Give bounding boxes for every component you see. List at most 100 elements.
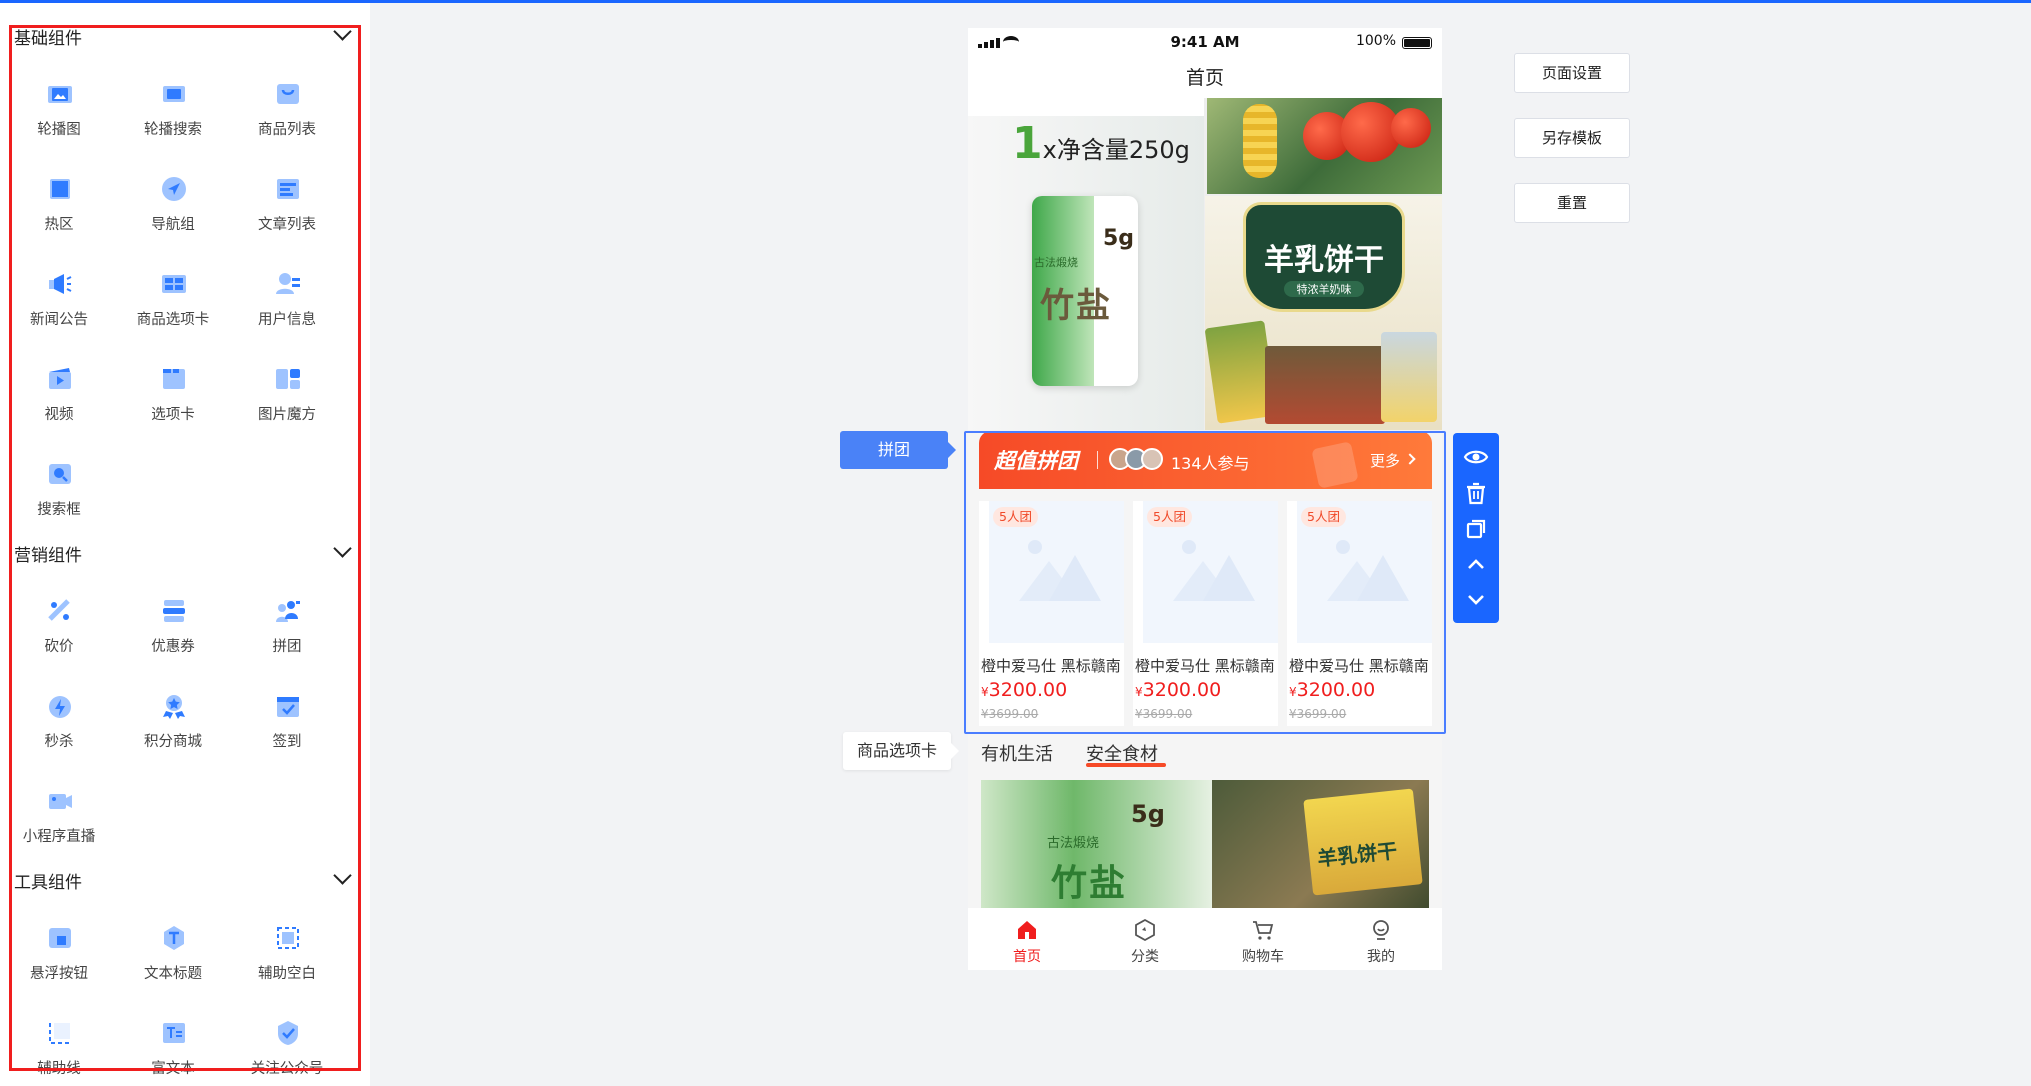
component-user-info[interactable]: 用户信息: [230, 270, 344, 340]
more-link[interactable]: 更多: [1370, 450, 1400, 471]
original-price: ¥3699.00: [981, 707, 1039, 721]
section-header-basic[interactable]: 基础组件: [14, 20, 354, 50]
net-content: 1x净含量250g: [1012, 118, 1190, 169]
component-product-list[interactable]: 商品列表: [230, 80, 344, 150]
component-article-list[interactable]: 文章列表: [230, 175, 344, 245]
product-name: 橙中爱马仕 黑标赣南脐橙: [1135, 657, 1275, 675]
product-list-icon: [277, 84, 299, 104]
battery-icon: [1402, 37, 1432, 49]
banner-vegetable-image[interactable]: [1207, 98, 1442, 194]
product-name: 橙中爱马仕 黑标赣南脐橙: [981, 657, 1121, 675]
product-price: ¥3200.00: [1289, 679, 1376, 701]
chevron-down-icon[interactable]: [332, 25, 352, 45]
product-card-salt[interactable]: 古法煅烧 竹盐 5g: [981, 780, 1213, 910]
banner-biscuit-image[interactable]: 羊乳饼干 特浓羊奶味: [1204, 196, 1442, 430]
group-buy-header: 超值拼团 134人参与 更多: [979, 431, 1432, 489]
tabbar-home[interactable]: 首页: [968, 908, 1086, 970]
component-rich-text[interactable]: 富文本: [116, 1019, 230, 1086]
navigation-icon: [162, 177, 186, 201]
tabs-icon: [163, 369, 185, 389]
section-header-tools[interactable]: 工具组件: [14, 864, 354, 894]
flash-sale-icon: [49, 696, 71, 718]
group-size-tag: 5人团: [993, 507, 1038, 527]
product-tabs-icon: [162, 275, 186, 293]
follow-official-icon: [278, 1021, 298, 1045]
hotspot-icon: [50, 179, 70, 199]
component-carousel-search[interactable]: 轮播搜索: [116, 80, 230, 150]
product-name: 橙中爱马仕 黑标赣南脐橙: [1289, 657, 1429, 675]
product-card-biscuit[interactable]: 羊乳饼干: [1212, 780, 1429, 910]
component-follow-official[interactable]: 关注公众号: [230, 1019, 344, 1086]
component-points-mall[interactable]: 积分商城: [116, 692, 230, 762]
reset-button[interactable]: 重置: [1514, 183, 1630, 223]
banner-salt-image[interactable]: 1x净含量250g 古法煅烧 竹盐 5g: [968, 98, 1204, 430]
group-size-tag: 5人团: [1301, 507, 1346, 527]
component-tabs[interactable]: 选项卡: [116, 365, 230, 435]
chevron-right-icon[interactable]: [1404, 453, 1416, 465]
announcement-icon: [49, 274, 72, 294]
coupon-icon: [163, 600, 185, 622]
avatar: [1141, 448, 1163, 470]
group-product-card[interactable]: 5人团 橙中爱马仕 黑标赣南脐橙 ¥3200.00 ¥3699.00: [979, 501, 1124, 726]
section-title: 基础组件: [14, 29, 82, 49]
product-tabs-block[interactable]: 有机生活 安全食材: [968, 730, 1442, 772]
component-search-box[interactable]: 搜索框: [2, 460, 116, 530]
page-title: 首页: [968, 56, 1442, 100]
divider-line-icon: [49, 1023, 70, 1044]
component-blank-space[interactable]: 辅助空白: [230, 924, 344, 994]
component-group-buy[interactable]: 拼团: [230, 597, 344, 667]
component-bargain[interactable]: 砍价: [2, 597, 116, 667]
component-product-tabs[interactable]: 商品选项卡: [116, 270, 230, 340]
blank-space-icon: [277, 927, 299, 949]
chevron-down-icon[interactable]: [332, 542, 352, 562]
component-announcement[interactable]: 新闻公告: [2, 270, 116, 340]
phone-preview: 9:41 AM 100% 首页 1x净含量250g 古法煅烧 竹盐 5g 羊乳饼…: [968, 28, 1442, 970]
group-buy-block[interactable]: 超值拼团 134人参与 更多 5人团 橙中爱马仕 黑标赣南脐橙 ¥3200.00…: [968, 430, 1442, 730]
image-cube-block[interactable]: 1x净含量250g 古法煅烧 竹盐 5g 羊乳饼干 特浓羊奶味: [968, 98, 1442, 430]
status-bar: 9:41 AM 100%: [968, 28, 1442, 56]
chevron-up-icon[interactable]: [1462, 551, 1490, 579]
component-video[interactable]: 视频: [2, 365, 116, 435]
tabbar-category[interactable]: 分类: [1086, 908, 1204, 970]
component-divider-line[interactable]: 辅助线: [2, 1019, 116, 1086]
page-settings-button[interactable]: 页面设置: [1514, 53, 1630, 93]
tab-organic-life[interactable]: 有机生活: [981, 740, 1053, 766]
copy-icon[interactable]: [1462, 515, 1490, 543]
active-tab-underline: [1086, 763, 1166, 767]
component-text-title[interactable]: 文本标题: [116, 924, 230, 994]
live-stream-icon: [49, 794, 72, 809]
trash-icon[interactable]: [1462, 479, 1490, 507]
eye-icon[interactable]: [1462, 443, 1490, 471]
component-flash-sale[interactable]: 秒杀: [2, 692, 116, 762]
product-price: ¥3200.00: [981, 679, 1068, 701]
component-navigation[interactable]: 导航组: [116, 175, 230, 245]
section-title: 工具组件: [14, 873, 82, 893]
section-header-marketing[interactable]: 营销组件: [14, 537, 354, 567]
chevron-down-icon[interactable]: [1462, 585, 1490, 613]
category-icon: [1135, 918, 1155, 942]
component-floating-button[interactable]: 悬浮按钮: [2, 924, 116, 994]
component-coupon[interactable]: 优惠券: [116, 597, 230, 667]
group-product-card[interactable]: 5人团 橙中爱马仕 黑标赣南脐橙 ¥3200.00 ¥3699.00: [1287, 501, 1432, 726]
component-live-stream[interactable]: 小程序直播: [2, 787, 116, 857]
component-check-in[interactable]: 签到: [230, 692, 344, 762]
article-list-icon: [277, 179, 299, 199]
chevron-down-icon[interactable]: [332, 869, 352, 889]
tabbar-profile[interactable]: 我的: [1322, 908, 1440, 970]
component-hotspot[interactable]: 热区: [2, 175, 116, 245]
tabbar-cart[interactable]: 购物车: [1204, 908, 1322, 970]
component-carousel[interactable]: 轮播图: [2, 80, 116, 150]
component-image-cube[interactable]: 图片魔方: [230, 365, 344, 435]
group-buy-title: 超值拼团: [994, 449, 1078, 473]
image-cube-icon: [276, 369, 300, 389]
battery-percent: 100%: [1355, 33, 1396, 49]
rich-text-icon: [163, 1023, 185, 1043]
search-box-icon: [49, 464, 71, 484]
save-template-button[interactable]: 另存模板: [1514, 118, 1630, 158]
group-product-card[interactable]: 5人团 橙中爱马仕 黑标赣南脐橙 ¥3200.00 ¥3699.00: [1133, 501, 1278, 726]
cart-icon: [1253, 921, 1274, 940]
component-label-product-tabs[interactable]: 商品选项卡: [843, 732, 959, 770]
video-icon: [49, 368, 71, 389]
component-toolbar: [1453, 433, 1499, 623]
component-label-group-buy[interactable]: 拼团: [840, 431, 956, 469]
